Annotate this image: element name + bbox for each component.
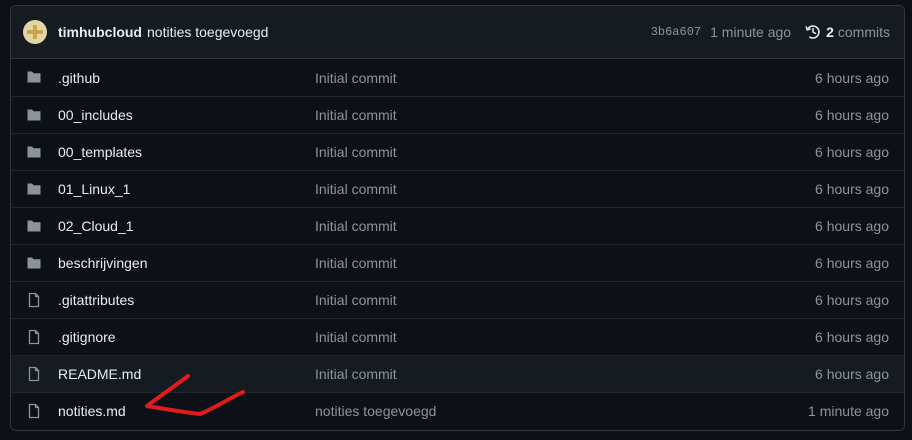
commit-message-link[interactable]: Initial commit [315,366,397,382]
commit-message-link[interactable]: Initial commit [315,218,397,234]
file-row[interactable]: 00_includes Initial commit 6 hours ago [11,96,904,133]
file-row[interactable]: 01_Linux_1 Initial commit 6 hours ago [11,170,904,207]
file-row[interactable]: .gitignore Initial commit 6 hours ago [11,318,904,355]
folder-icon [26,181,42,197]
commit-age: 6 hours ago [815,144,889,160]
file-name-link[interactable]: 01_Linux_1 [58,181,130,197]
history-icon [805,25,820,39]
commit-age: 1 minute ago [808,403,889,419]
folder-icon [26,69,42,85]
commit-message[interactable]: notities toegevoegd [147,24,268,40]
file-row[interactable]: README.md Initial commit 6 hours ago [11,355,904,392]
commit-message-link[interactable]: Initial commit [315,255,397,271]
commits-label: commits [837,24,890,40]
commit-message-link[interactable]: Initial commit [315,292,397,308]
file-name-link[interactable]: .github [58,70,100,86]
commit-message-link[interactable]: Initial commit [315,107,397,123]
folder-icon [26,255,42,271]
avatar[interactable] [23,20,47,44]
commit-age: 6 hours ago [815,366,889,382]
commits-count: 2 [826,24,834,40]
file-name-link[interactable]: notities.md [58,403,126,419]
file-name-link[interactable]: 02_Cloud_1 [58,218,134,234]
commit-message-link[interactable]: Initial commit [315,329,397,345]
file-row[interactable]: 00_templates Initial commit 6 hours ago [11,133,904,170]
commit-message-link[interactable]: Initial commit [315,70,397,86]
file-name-link[interactable]: beschrijvingen [58,255,148,271]
commit-age: 6 hours ago [815,107,889,123]
file-name-link[interactable]: README.md [58,366,141,382]
folder-icon [26,218,42,234]
commit-age: 6 hours ago [815,292,889,308]
commit-age: 6 hours ago [815,181,889,197]
file-icon [26,403,42,419]
file-name-link[interactable]: 00_includes [58,107,133,123]
file-list: timhubcloud notities toegevoegd 3b6a607 … [10,5,905,431]
file-icon [26,292,42,308]
commit-author[interactable]: timhubcloud [58,24,142,40]
file-row[interactable]: beschrijvingen Initial commit 6 hours ago [11,244,904,281]
latest-commit-bar: timhubcloud notities toegevoegd 3b6a607 … [11,6,904,59]
commits-link[interactable]: 2 commits [805,24,890,40]
file-name-link[interactable]: .gitignore [58,329,116,345]
commit-age: 6 hours ago [815,329,889,345]
commit-sha[interactable]: 3b6a607 [651,25,701,39]
commit-age: 6 hours ago [815,218,889,234]
file-rows: .github Initial commit 6 hours ago 00_inclu… [11,59,904,429]
folder-icon [26,107,42,123]
file-row[interactable]: .gitattributes Initial commit 6 hours ago [11,281,904,318]
file-icon [26,366,42,382]
commit-message-link[interactable]: notities toegevoegd [315,403,436,419]
file-icon [26,329,42,345]
commit-time[interactable]: 1 minute ago [710,24,791,40]
file-row[interactable]: .github Initial commit 6 hours ago [11,59,904,96]
commit-message-link[interactable]: Initial commit [315,181,397,197]
file-name-link[interactable]: .gitattributes [58,292,134,308]
file-row[interactable]: notities.md notities toegevoegd 1 minute a… [11,392,904,429]
file-row[interactable]: 02_Cloud_1 Initial commit 6 hours ago [11,207,904,244]
commit-message-link[interactable]: Initial commit [315,144,397,160]
commit-age: 6 hours ago [815,69,889,86]
folder-icon [26,144,42,160]
commit-age: 6 hours ago [815,255,889,271]
file-name-link[interactable]: 00_templates [58,144,142,160]
